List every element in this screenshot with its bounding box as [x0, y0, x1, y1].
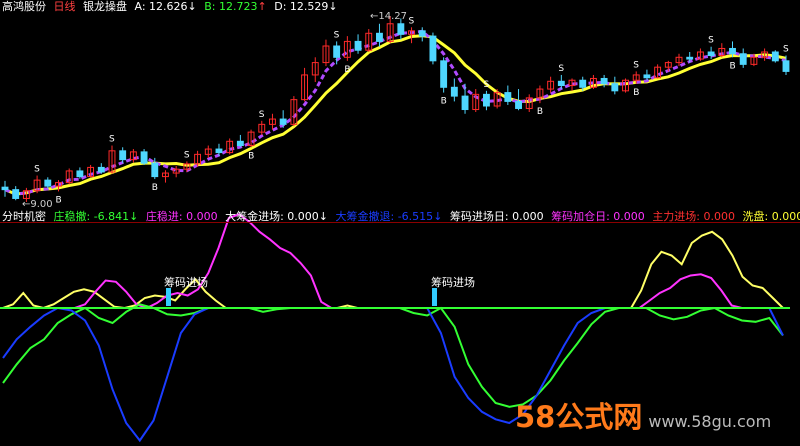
candle-down: [140, 151, 148, 164]
candle-down: [429, 35, 437, 62]
candle-down: [119, 150, 127, 161]
sell-signal-label: S: [708, 36, 714, 46]
field-chetui-text: 大筹金撤退: -6.515: [335, 210, 434, 223]
sub-chart-header: 分时机密 庄稳撤: -6.841↓ 庄稳进: 0.000 大筹金进场: 0.00…: [2, 210, 800, 224]
candle-down: [215, 148, 223, 154]
sell-signal-label: S: [633, 60, 639, 70]
watermark-url: www.58gu.com: [648, 412, 772, 431]
candle-down: [729, 47, 736, 55]
sell-signal-label: S: [483, 80, 489, 90]
buy-signal-label: B: [441, 97, 447, 107]
candle-down: [739, 53, 747, 65]
buy-signal-label: B: [248, 151, 254, 161]
buy-signal-label: B: [633, 88, 639, 98]
low-price-label: ←9.00: [22, 199, 53, 210]
field-dachoujin-text: 大筹金进场: 0.000: [225, 210, 319, 223]
buy-signal-label: B: [55, 195, 61, 205]
candle-down: [461, 95, 469, 111]
sell-signal-label: S: [259, 110, 265, 120]
moving-average-line: [4, 34, 787, 196]
candle-down: [279, 118, 287, 125]
candle-down: [482, 93, 490, 107]
candle-down: [354, 40, 362, 51]
field-xipan-text: 洗盘: 0.000: [742, 210, 800, 223]
field-zhuangwenche-text: 庄稳撤: -6.841: [53, 210, 130, 223]
oscillator-line-yellow: [2, 230, 784, 310]
candle-down: [440, 60, 448, 88]
sub-indicator-name[interactable]: 分时机密: [2, 210, 46, 223]
candle-down: [151, 162, 159, 178]
arrow-down-icon: ↓: [129, 210, 139, 223]
high-price-label: ←14.27: [370, 11, 407, 22]
sell-signal-label: S: [783, 45, 789, 55]
candle-down: [44, 179, 52, 187]
field-chouma-jinchangri: 筹码进场日: 0.000: [449, 210, 544, 223]
candle-down: [611, 83, 619, 92]
field-zhuangwenjin: 庄稳进: 0.000: [145, 210, 218, 223]
field-zhuli-jinchang: 主力进场: 0.000: [652, 210, 736, 223]
chip-entry-label: 筹码进场: [164, 276, 208, 289]
field-xipan: 洗盘: 0.000↓: [743, 210, 800, 223]
sell-signal-label: S: [409, 16, 415, 26]
watermark-logo: 58公式网: [515, 400, 643, 434]
sell-signal-label: S: [558, 64, 564, 74]
buy-signal-label: B: [344, 65, 350, 75]
candle-down: [686, 56, 694, 60]
candle-down: [376, 32, 383, 42]
low-value: 9.00: [30, 199, 53, 210]
oscillator-line-magenta: [3, 213, 783, 310]
candle-down: [418, 30, 426, 37]
candle-down: [600, 77, 608, 85]
candle-down: [643, 74, 651, 79]
candle-down: [504, 92, 512, 102]
candle-down: [236, 140, 244, 147]
sell-signal-label: S: [184, 150, 190, 160]
field-dachoujin-chetui: 大筹金撤退: -6.515↓: [336, 210, 443, 223]
sell-signal-label: S: [109, 135, 115, 145]
buy-signal-label: B: [537, 107, 543, 117]
candle-down: [76, 170, 84, 178]
candle-down: [397, 23, 405, 35]
chip-entry-label: 筹码进场: [431, 276, 475, 289]
candle-down: [450, 86, 458, 97]
arrow-down-icon: ↓: [318, 210, 329, 223]
oscillator-line-green: [2, 303, 784, 408]
watermark: 58公式网 www.58gu.com: [515, 394, 771, 436]
field-chouma-jiacangri: 筹码加仓日: 0.000: [551, 210, 645, 223]
arrow-down-icon: ↓: [433, 210, 443, 223]
candle-down: [333, 45, 341, 58]
candle-down: [771, 51, 779, 62]
candle-down: [515, 100, 522, 109]
chip-entry-marker: [166, 288, 171, 306]
sell-signal-label: S: [34, 165, 40, 175]
candle-down: [1, 186, 9, 191]
candle-down: [707, 51, 715, 57]
candle-down: [782, 60, 790, 72]
candle-down: [557, 80, 565, 87]
candle-down: [97, 166, 105, 173]
field-zhuangwenche: 庄稳撤: -6.841↓: [54, 210, 139, 223]
chip-entry-marker: [432, 288, 437, 306]
candle-down: [12, 189, 20, 199]
buy-signal-label: B: [730, 61, 736, 71]
high-value: 14.27: [378, 11, 408, 22]
candle-down: [579, 79, 587, 88]
field-dachoujin-jinchang: 大筹金进场: 0.000↓: [225, 210, 328, 223]
buy-signal-label: B: [152, 183, 158, 193]
sell-signal-label: S: [334, 30, 340, 40]
